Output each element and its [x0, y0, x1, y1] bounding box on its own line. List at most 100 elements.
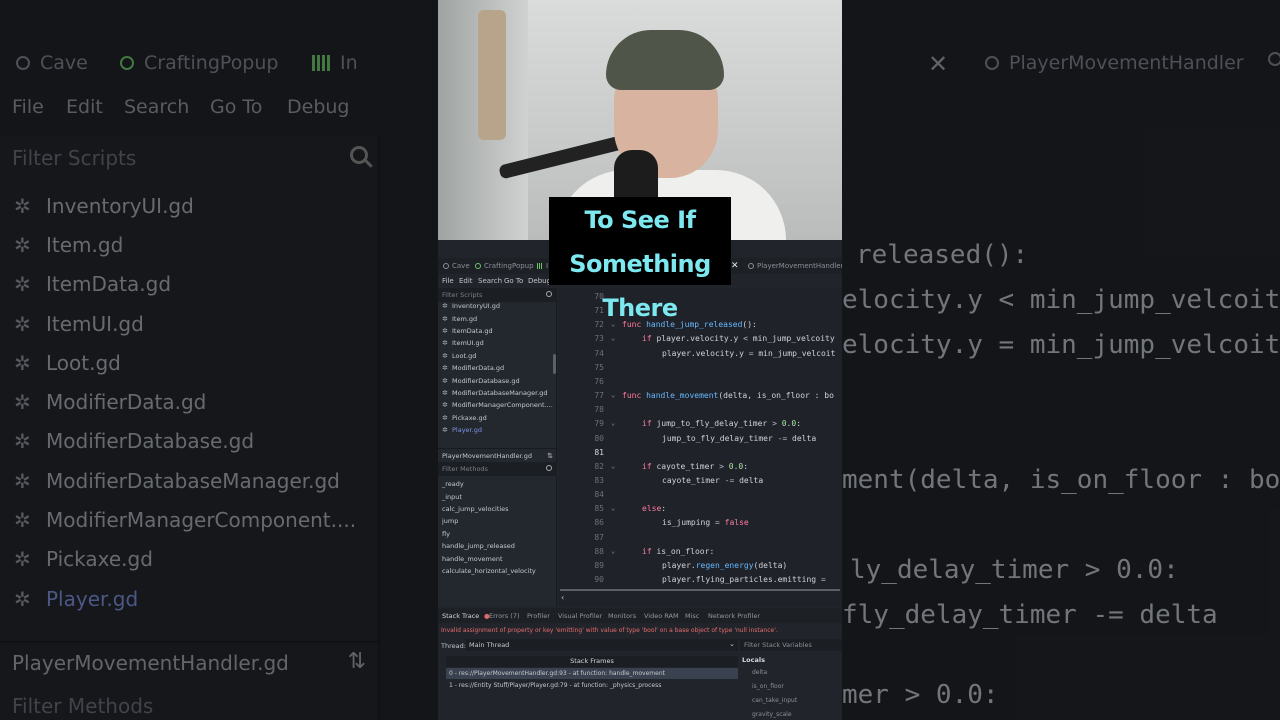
search-icon	[546, 291, 552, 297]
gear-icon: ✲	[442, 302, 448, 311]
menu-goto[interactable]: Go To	[504, 277, 523, 285]
code-line[interactable]: 81	[558, 448, 842, 462]
sort-icon[interactable]: ⇅	[547, 452, 553, 460]
locals-header: Locals	[742, 656, 765, 664]
script-item[interactable]: ✲ ItemUI.gd	[438, 337, 554, 349]
filter-methods-input[interactable]: Filter Methods	[438, 462, 557, 476]
tab-profiler[interactable]: Profiler	[527, 612, 550, 620]
tab-network-profiler[interactable]: Network Profiler	[708, 612, 760, 620]
fold-arrow-icon[interactable]: ⌄	[611, 391, 615, 399]
script-item[interactable]: ✲ Loot.gd	[438, 350, 554, 362]
fold-arrow-icon[interactable]: ⌄	[611, 334, 615, 342]
line-number: 86	[594, 518, 604, 528]
tab-video-ram[interactable]: Video RAM	[644, 612, 679, 620]
debugger-tabs: Stack Trace ● Errors (7) Profiler Visual…	[438, 608, 842, 623]
script-label: Pickaxe.gd	[452, 413, 487, 422]
scrollbar-track[interactable]	[560, 589, 840, 591]
local-variable[interactable]: delta	[752, 669, 767, 676]
stack-frame-item-selected[interactable]: 0 - res://PlayerMovementHandler.gd:93 - …	[446, 668, 738, 679]
fold-arrow-icon[interactable]: ⌄	[611, 504, 615, 512]
code-editor[interactable]: 70 71 72⌄func handle_jump_released():73 ⌄ if…	[558, 288, 842, 588]
script-item[interactable]: ✲ ItemData.gd	[438, 325, 554, 337]
code-line[interactable]: 75	[558, 363, 842, 377]
tab-visual-profiler[interactable]: Visual Profiler	[558, 612, 602, 620]
close-icon[interactable]: ✕	[731, 261, 739, 271]
tab-stack-trace[interactable]: Stack Trace	[442, 612, 479, 620]
method-item[interactable]: calc_jump_velocities	[438, 503, 557, 515]
menu-debug[interactable]: Debug	[528, 277, 551, 285]
line-number: 82	[594, 461, 604, 471]
code-line[interactable]: 89 player.regen_energy(delta)	[558, 561, 842, 575]
tab-monitors[interactable]: Monitors	[608, 612, 636, 620]
fold-arrow-icon[interactable]: ⌄	[611, 547, 615, 555]
script-list: ✲ InventoryUI.gd ✲ Item.gd ✲ ItemData.gd ✲ I…	[438, 300, 554, 445]
code-line[interactable]: 87	[558, 533, 842, 547]
code-line[interactable]: 86 is_jumping = false	[558, 518, 842, 532]
script-item-selected[interactable]: ✲ Player.gd	[438, 424, 554, 436]
tab-errors[interactable]: Errors (7)	[489, 612, 520, 620]
code-line[interactable]: 80 jump_to_fly_delay_timer -= delta	[558, 434, 842, 448]
stack-frame-item[interactable]: 1 - res://Entity Stuff/Player/Player.gd:…	[446, 680, 738, 691]
tab-craftingpopup[interactable]: CraftingPopup	[475, 262, 534, 270]
method-item[interactable]: fly	[438, 528, 557, 540]
line-number: 89	[594, 560, 604, 570]
tab-cave[interactable]: Cave	[443, 262, 470, 270]
script-label: ModifierData.gd	[452, 364, 505, 373]
method-item[interactable]: jump	[438, 515, 557, 527]
code-line[interactable]: 85 ⌄ else:	[558, 504, 842, 518]
line-number: 79	[594, 419, 604, 429]
script-item[interactable]: ✲ Pickaxe.gd	[438, 412, 554, 424]
code-text: player.regen_energy(delta)	[662, 560, 788, 570]
code-line[interactable]: 79 ⌄ if jump_to_fly_delay_timer > 0.0:	[558, 419, 842, 433]
method-item[interactable]: _ready	[438, 478, 557, 490]
code-line[interactable]: 76	[558, 377, 842, 391]
tab-playermovementhandler[interactable]: PlayerMovementHandler	[748, 262, 842, 270]
script-item[interactable]: ✲ ModifierDatabaseManager.gd	[438, 387, 554, 399]
script-item[interactable]: ✲ Item.gd	[438, 312, 554, 324]
tab-i[interactable]: I	[537, 262, 548, 270]
script-item[interactable]: ✲ ModifierManagerComponent....	[438, 399, 554, 411]
code-line[interactable]: 73 ⌄ if player.velocity.y < min_jump_velco…	[558, 334, 842, 348]
method-item[interactable]: _input	[438, 490, 557, 502]
script-item[interactable]: ✲ InventoryUI.gd	[438, 300, 554, 312]
local-variable[interactable]: can_take_input	[752, 697, 797, 704]
menu-file[interactable]: File	[442, 277, 454, 285]
gear-icon: ✲	[442, 326, 448, 335]
script-list-scrollbar[interactable]	[553, 354, 556, 374]
code-line[interactable]: 71	[558, 306, 842, 320]
tab-misc[interactable]: Misc	[685, 612, 699, 620]
local-variable[interactable]: gravity_scale	[752, 711, 792, 718]
code-line[interactable]: 84	[558, 490, 842, 504]
code-text: player.velocity.y = min_jump_velcoit	[662, 348, 836, 358]
chevron-left-icon[interactable]: ‹	[561, 593, 564, 602]
stack-frames-header: Stack Frames	[446, 656, 738, 667]
code-line[interactable]: 83 cayote_timer -= delta	[558, 476, 842, 490]
filter-stack-variables-input[interactable]: Filter Stack Variables	[740, 639, 842, 651]
gear-icon: ✲	[442, 401, 448, 410]
script-item[interactable]: ✲ ModifierData.gd	[438, 362, 554, 374]
code-line[interactable]: 70	[558, 292, 842, 306]
fold-arrow-icon[interactable]: ⌄	[611, 462, 615, 470]
method-item[interactable]: handle_movement	[438, 552, 557, 564]
code-line[interactable]: 77 ⌄ func handle_movement(delta, is_on_flo…	[558, 391, 842, 405]
line-number: 83	[594, 475, 604, 485]
code-line[interactable]: 78	[558, 405, 842, 419]
code-line[interactable]: 74 player.velocity.y = min_jump_velcoit	[558, 349, 842, 363]
code-line[interactable]: 88 ⌄ if is_on_floor:	[558, 547, 842, 561]
code-horizontal-scrollbar[interactable]: ‹	[558, 588, 842, 606]
method-item[interactable]: handle_jump_released	[438, 540, 557, 552]
script-label: Loot.gd	[452, 351, 477, 360]
method-item[interactable]: calculate_horizontal_velocity	[438, 565, 557, 577]
line-number: 70	[594, 292, 604, 301]
thread-select[interactable]: Main Thread ⌄	[466, 639, 738, 651]
menu-search[interactable]: Search	[478, 277, 502, 285]
script-item[interactable]: ✲ ModifierDatabase.gd	[438, 374, 554, 386]
line-number: 74	[594, 348, 604, 358]
local-variable[interactable]: is_on_floor	[752, 683, 784, 690]
code-line[interactable]: 72⌄func handle_jump_released():	[558, 320, 842, 334]
search-icon	[546, 465, 552, 471]
code-line[interactable]: 90 player.flying_particles.emitting =	[558, 575, 842, 588]
fold-arrow-icon[interactable]: ⌄	[611, 419, 615, 427]
code-line[interactable]: 82 ⌄ if cayote_timer > 0.0:	[558, 462, 842, 476]
menu-edit[interactable]: Edit	[459, 277, 473, 285]
